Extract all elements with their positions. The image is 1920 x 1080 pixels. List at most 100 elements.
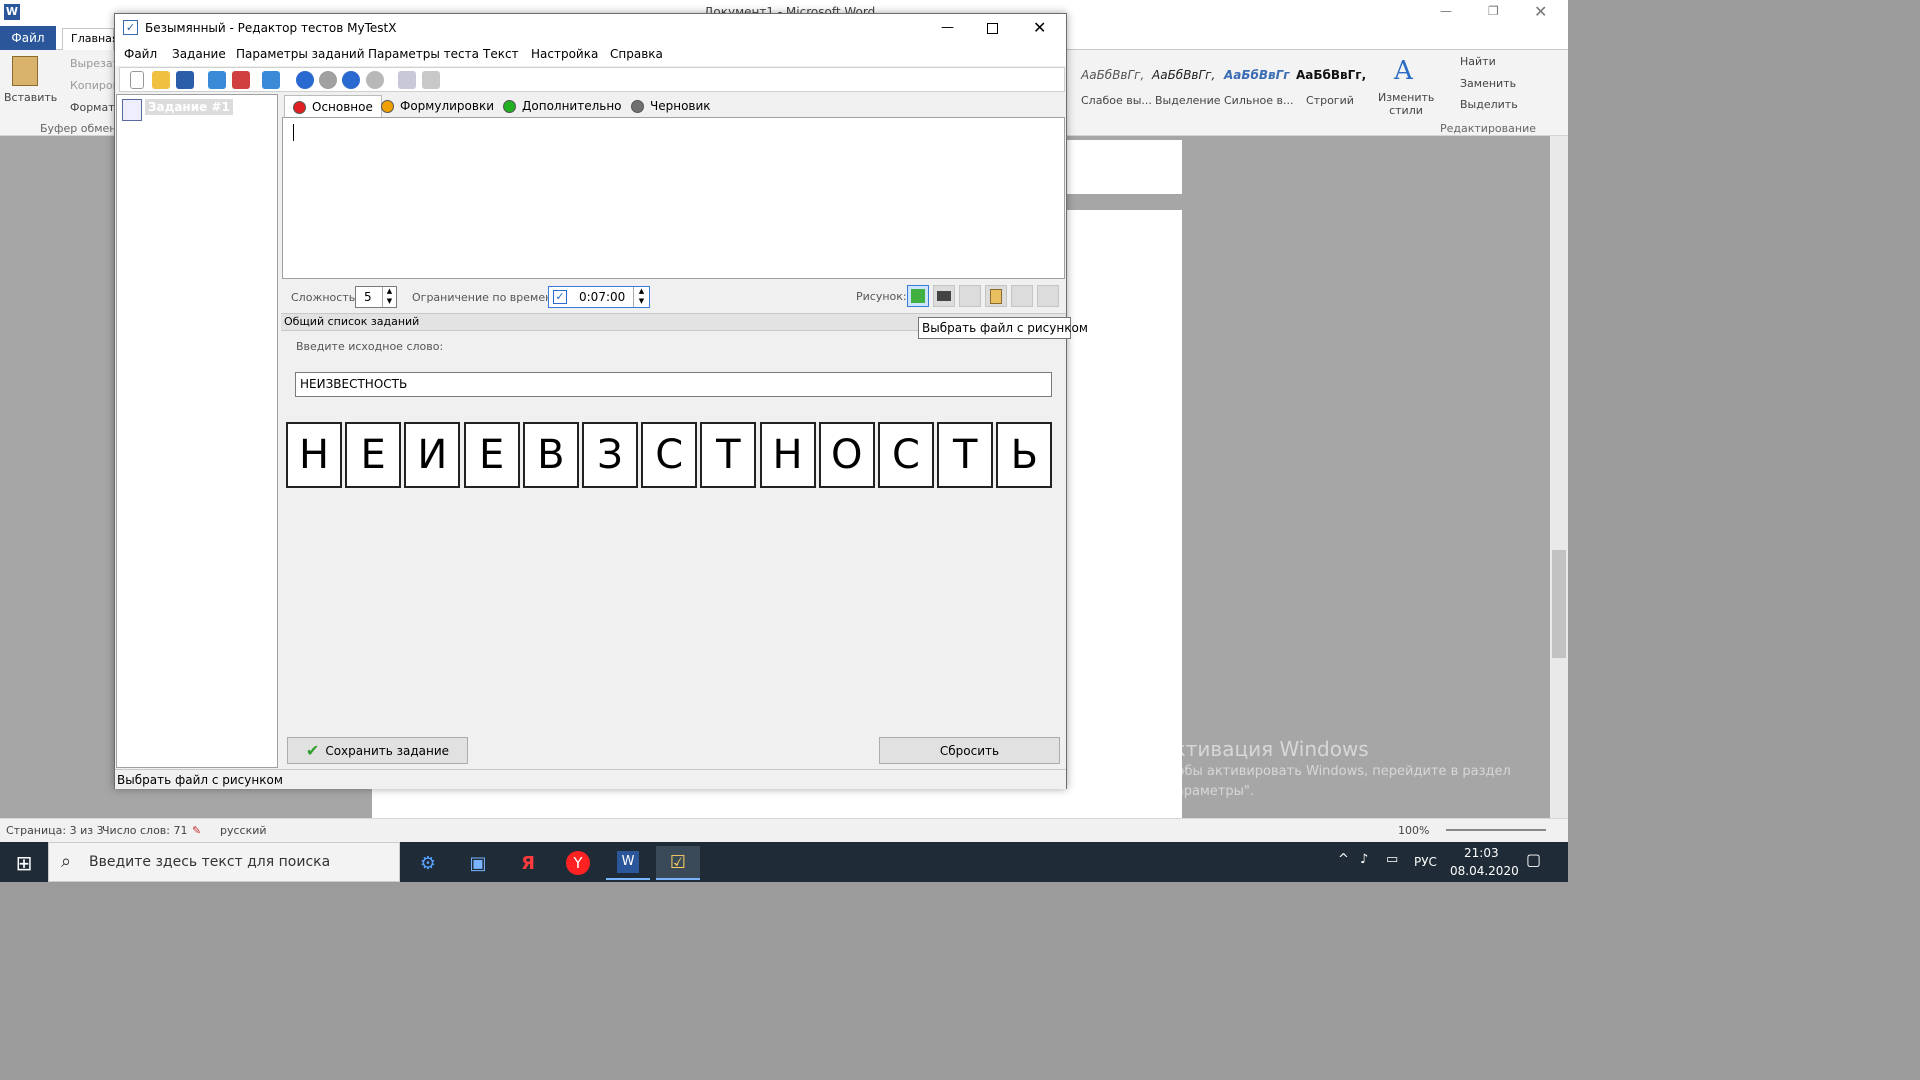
style-sample[interactable]: АаБбВвГг,	[1296, 68, 1366, 82]
word-tab-file[interactable]: Файл	[0, 26, 56, 50]
input-language[interactable]: РУС	[1414, 855, 1437, 869]
time-limit-checkbox[interactable]: ✓	[553, 290, 567, 304]
zoom-level[interactable]: 100%	[1398, 824, 1429, 837]
tab-main[interactable]: Основное	[284, 95, 382, 118]
minimize-button[interactable]: —	[941, 20, 954, 35]
spin-up-icon[interactable]: ▲	[382, 287, 396, 297]
menu-test-params[interactable]: Параметры теста	[368, 47, 479, 61]
change-styles-button[interactable]: Изменить стили	[1378, 91, 1434, 117]
move-up-icon[interactable]	[296, 71, 314, 89]
menu-task-params[interactable]: Параметры заданий	[236, 47, 365, 61]
word-minimize-button[interactable]: —	[1440, 4, 1452, 18]
activation-line2: "Параметры".	[1160, 784, 1254, 799]
letter-card[interactable]: Е	[463, 422, 520, 488]
paste-picture-button[interactable]	[985, 285, 1007, 307]
settings-icon[interactable]: ⚙	[406, 846, 450, 880]
maximize-button[interactable]	[987, 23, 998, 34]
menu-help[interactable]: Справка	[610, 47, 663, 61]
tab-draft[interactable]: Черновик	[623, 95, 719, 117]
save-task-button[interactable]: ✔ Сохранить задание	[287, 737, 468, 764]
style-sample[interactable]: АаБбВвГг,	[1081, 68, 1144, 82]
notifications-icon[interactable]: ▢	[1526, 850, 1541, 869]
copy-icon[interactable]	[398, 71, 416, 89]
letter-card[interactable]: О	[818, 422, 875, 488]
letter-card[interactable]: С	[641, 422, 698, 488]
word-count[interactable]: Число слов: 71	[102, 824, 188, 837]
letter-card[interactable]: Н	[286, 422, 342, 488]
letter-card[interactable]: С	[878, 422, 934, 488]
letter-card[interactable]: Т	[937, 422, 994, 488]
letter-card[interactable]: И	[404, 422, 461, 488]
picture-disabled-button[interactable]	[1037, 285, 1059, 307]
letter-card[interactable]: Ь	[996, 422, 1053, 488]
task-tree[interactable]: Задание #1	[116, 94, 278, 768]
task-tree-item[interactable]: Задание #1	[145, 99, 233, 115]
search-icon: ⌕	[61, 851, 72, 872]
source-word-input[interactable]: НЕИЗВЕСТНОСТЬ	[295, 372, 1052, 397]
menu-settings[interactable]: Настройка	[531, 47, 598, 61]
word-vertical-scrollbar[interactable]	[1550, 136, 1568, 818]
spin-down-icon[interactable]: ▼	[382, 297, 396, 307]
open-folder-icon[interactable]	[152, 71, 170, 89]
tab-formulations[interactable]: Формулировки	[373, 95, 502, 117]
paste-icon[interactable]	[422, 71, 440, 89]
stop-icon[interactable]	[366, 71, 384, 89]
refresh-icon[interactable]	[342, 71, 360, 89]
letter-card[interactable]: Н	[759, 422, 816, 488]
yandex-icon[interactable]: Я	[506, 846, 550, 880]
new-file-icon[interactable]	[130, 71, 144, 89]
move-down-icon[interactable]	[319, 71, 337, 89]
zoom-slider[interactable]	[1446, 829, 1546, 831]
yandex-browser-icon[interactable]: Y	[556, 846, 600, 880]
picture-disabled-button[interactable]	[1011, 285, 1033, 307]
mytestx-taskbar-icon[interactable]: ☑	[656, 846, 700, 880]
window-title: Безымянный - Редактор тестов MyTestX	[145, 21, 397, 35]
tray-chevron-icon[interactable]: ^	[1338, 852, 1349, 867]
scrollbar-thumb[interactable]	[1552, 550, 1566, 658]
question-text-editor[interactable]	[282, 117, 1065, 279]
clock-date[interactable]: 08.04.2020	[1450, 864, 1519, 878]
add-task-icon[interactable]	[208, 71, 226, 89]
menu-task[interactable]: Задание	[172, 47, 226, 61]
camera-button[interactable]	[933, 285, 955, 307]
spellcheck-icon[interactable]: ✎	[192, 824, 201, 837]
copy-button[interactable]: Копиров	[70, 79, 119, 92]
add-picture-button[interactable]	[907, 285, 929, 307]
word-close-button[interactable]: ✕	[1534, 2, 1547, 21]
menu-text[interactable]: Текст	[483, 47, 519, 61]
clock-time[interactable]: 21:03	[1464, 846, 1499, 860]
start-button[interactable]: ⊞	[2, 846, 46, 880]
reset-button[interactable]: Сбросить	[879, 737, 1060, 764]
letter-card[interactable]: З	[582, 422, 638, 488]
save-icon[interactable]	[176, 71, 194, 89]
style-sample[interactable]: АаБбВвГг	[1224, 68, 1290, 82]
spin-down-icon[interactable]: ▼	[633, 297, 649, 307]
word-restore-button[interactable]: ❐	[1488, 4, 1499, 18]
select-button[interactable]: Выделить	[1460, 98, 1518, 111]
page-counter[interactable]: Страница: 3 из 3	[6, 824, 104, 837]
paste-button[interactable]: Вставить	[4, 91, 57, 104]
menu-file[interactable]: Файл	[124, 47, 157, 61]
letter-card[interactable]: Е	[345, 422, 402, 488]
style-sample[interactable]: АаБбВвГг,	[1152, 68, 1215, 82]
language-indicator[interactable]: русский	[220, 824, 267, 837]
spin-up-icon[interactable]: ▲	[633, 287, 649, 297]
letter-card[interactable]: В	[522, 422, 579, 488]
difficulty-spinner[interactable]: 5 ▲ ▼	[355, 286, 397, 308]
time-limit-field[interactable]: ✓ 0:07:00 ▲ ▼	[548, 286, 650, 308]
battery-icon[interactable]: ▭	[1386, 852, 1398, 867]
presentation-app-icon[interactable]: ▣	[456, 846, 500, 880]
find-button[interactable]: Найти	[1460, 55, 1496, 68]
word-taskbar-icon[interactable]: W	[606, 846, 650, 880]
delete-task-icon[interactable]	[232, 71, 250, 89]
tab-additional[interactable]: Дополнительно	[495, 95, 630, 117]
word-tab-home[interactable]: Главная	[62, 28, 119, 50]
taskbar-search-box[interactable]: ⌕ Введите здесь текст для поиска	[48, 842, 400, 882]
volume-icon[interactable]: ♪	[1360, 852, 1368, 867]
replace-button[interactable]: Заменить	[1460, 77, 1516, 90]
task-list-icon[interactable]	[262, 71, 280, 89]
letter-card[interactable]: Т	[700, 422, 757, 488]
tab-additional-label: Дополнительно	[522, 99, 622, 113]
picture-disabled-button[interactable]	[959, 285, 981, 307]
close-button[interactable]: ✕	[1033, 18, 1046, 37]
